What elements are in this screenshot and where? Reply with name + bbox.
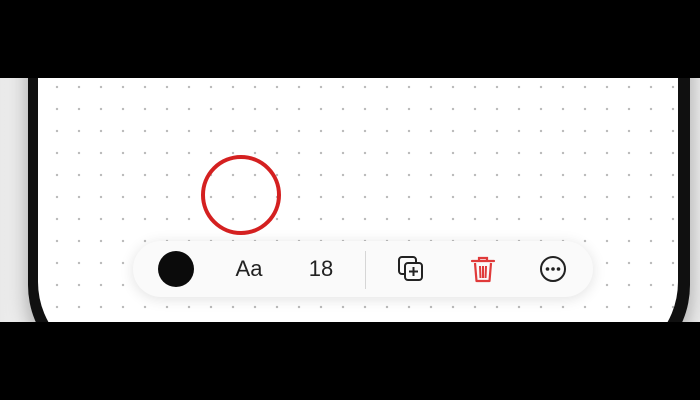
more-options-icon: [540, 256, 566, 282]
stage: Aa 18: [0, 78, 700, 322]
letterbox-top: [0, 0, 700, 78]
delete-button[interactable]: [468, 254, 498, 284]
trash-icon: [470, 256, 496, 283]
toolbar-divider: [365, 251, 366, 289]
letterbox-bottom: [0, 322, 700, 400]
duplicate-button[interactable]: [396, 254, 426, 284]
duplicate-icon: [398, 256, 423, 281]
phone-frame: Aa 18: [28, 78, 690, 322]
font-style-button[interactable]: Aa: [228, 253, 270, 285]
dotted-canvas[interactable]: Aa 18: [38, 78, 678, 322]
font-size-button[interactable]: 18: [301, 253, 341, 285]
more-button[interactable]: [538, 254, 568, 284]
text-format-toolbar: Aa 18: [133, 241, 593, 297]
color-picker-button[interactable]: [158, 251, 194, 287]
